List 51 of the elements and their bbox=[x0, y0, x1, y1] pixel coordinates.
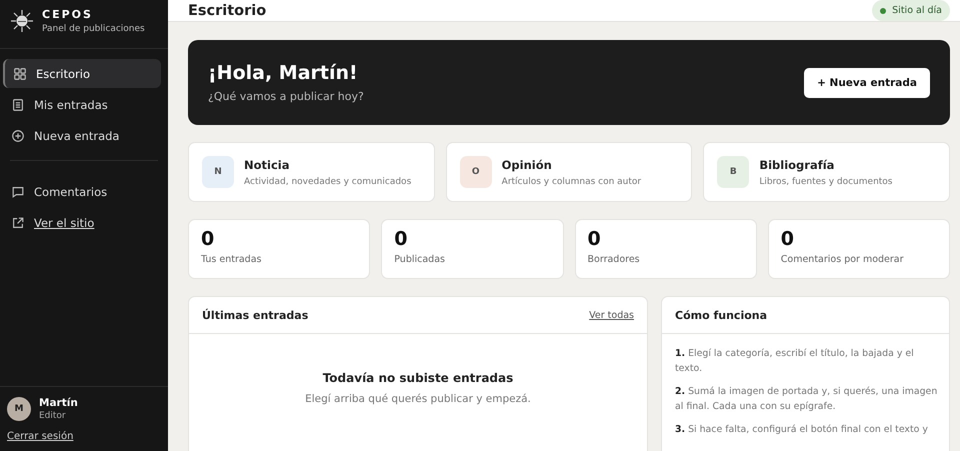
external-link-icon bbox=[11, 216, 25, 230]
sidebar-link[interactable]: Ver el sitio bbox=[3, 208, 161, 237]
sun-logo-icon bbox=[10, 9, 34, 33]
view-all-link[interactable]: Ver todas bbox=[589, 310, 634, 320]
page-title: Escritorio bbox=[188, 2, 266, 18]
category-letter: N bbox=[202, 156, 234, 188]
stat-label: Comentarios por moderar bbox=[780, 254, 905, 265]
welcome-title: ¡Hola, Martín! bbox=[208, 62, 359, 84]
category-description: Actividad, novedades y comunicados bbox=[244, 176, 412, 186]
sidebar-item[interactable]: Mis entradas bbox=[3, 90, 161, 119]
category-card[interactable]: N Noticia Actividad, novedades y comunicados bbox=[188, 142, 435, 202]
status-text: Sitio al día bbox=[892, 5, 942, 16]
grid-icon bbox=[13, 66, 27, 80]
stat-value: 0 bbox=[201, 228, 216, 250]
user-role: Editor bbox=[39, 411, 67, 421]
step-text: 1. Elegí la categoría, escribí el título, la bajada y el texto. bbox=[675, 347, 915, 376]
brand-subtitle: Panel de publicaciones bbox=[42, 24, 145, 34]
empty-title: Todavía no subiste entradas bbox=[322, 371, 514, 385]
panel-title: Cómo funciona bbox=[675, 308, 768, 322]
category-description: Libros, fuentes y documentos bbox=[759, 176, 892, 186]
chat-icon bbox=[11, 184, 25, 198]
step-text: 3. Si hace falta, configurá el botón final con el texto y bbox=[675, 423, 929, 437]
category-card[interactable]: O Opinión Artículos y columnas con autor bbox=[446, 142, 692, 202]
category-title: Noticia bbox=[244, 158, 290, 172]
panel-title: Últimas entradas bbox=[202, 308, 308, 322]
stat-value: 0 bbox=[588, 228, 602, 250]
logout-link[interactable]: Cerrar sesión bbox=[7, 431, 74, 442]
brand-name: CEPOS bbox=[42, 8, 94, 21]
stat-value: 0 bbox=[394, 228, 408, 250]
user-avatar: M bbox=[7, 397, 31, 421]
sidebar-item[interactable]: Escritorio bbox=[3, 59, 161, 88]
stat-value: 0 bbox=[780, 228, 795, 250]
step-text: 2. Sumá la imagen de portada y, si querés, una imagen al final. Cada una con su epígrafe. bbox=[675, 385, 938, 414]
category-letter: B bbox=[717, 156, 750, 188]
stat-label: Borradores bbox=[588, 254, 641, 265]
plus-circle-icon bbox=[11, 128, 25, 142]
empty-text: Elegí arriba qué querés publicar y empezá. bbox=[305, 393, 531, 405]
stat-label: Tus entradas bbox=[201, 254, 262, 265]
document-icon bbox=[11, 98, 25, 112]
category-title: Opinión bbox=[502, 158, 553, 172]
sidebar-item[interactable]: Nueva entrada bbox=[3, 121, 161, 150]
user-name: Martín bbox=[39, 397, 78, 409]
category-card[interactable]: B Bibliografía Libros, fuentes y documentos bbox=[703, 142, 950, 202]
new-entry-button[interactable]: + Nueva entrada bbox=[804, 68, 930, 98]
category-title: Bibliografía bbox=[759, 158, 836, 172]
category-letter: O bbox=[460, 156, 492, 188]
status-dot-icon bbox=[880, 8, 886, 14]
stat-label: Publicadas bbox=[394, 254, 446, 265]
sidebar-item[interactable]: Comentarios bbox=[3, 177, 161, 206]
category-description: Artículos y columnas con autor bbox=[502, 176, 642, 186]
welcome-subtitle: ¿Qué vamos a publicar hoy? bbox=[208, 90, 364, 103]
